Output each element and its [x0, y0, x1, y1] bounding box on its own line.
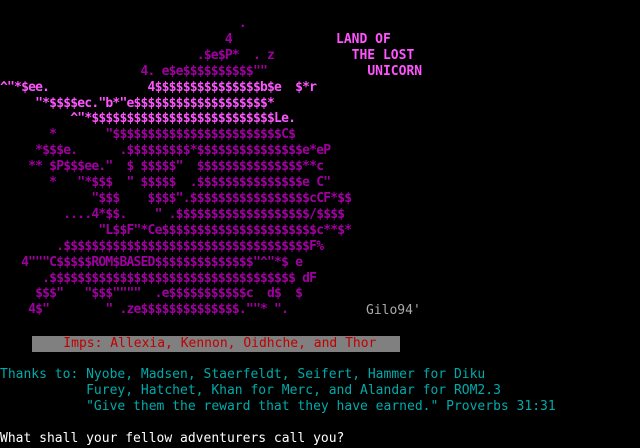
ascii-art-line: . — [0, 16, 247, 31]
ascii-art-line: .$$$$$$$$$$$$$$$$$$$$$$$$$$$$$$$$$$$F% — [0, 238, 324, 254]
title-line-2: THE LOST — [351, 48, 415, 63]
ascii-art-unicorn: . 4 .$e$P* . z 4. e$e$$$$$$$$$$"" ^"*$ee… — [0, 16, 352, 334]
ascii-art-line: * "$$$$$$$$$$$$$$$$$$$$$$$$C$ — [0, 127, 296, 143]
credits-line-1: Thanks to: Nyobe, Madsen, Staerfeldt, Se… — [0, 367, 486, 382]
ascii-art-line: "L$$F"*Ce$$$$$$$$$$$$$$$$$$$$$$c**$* — [0, 222, 352, 238]
ascii-art-line: 4 — [0, 31, 233, 47]
game-title: LAND OF THE LOST UNICORN — [336, 32, 422, 80]
ascii-art-line: .$e$P* . z — [0, 47, 275, 63]
ascii-art-line: "*$$$$ec."b*"e$$$$$$$$$$$$$$$$$$$* — [0, 95, 275, 111]
title-line-3: UNICORN — [367, 64, 423, 79]
prompt-text: What shall your fellow adventurers call … — [0, 431, 345, 446]
ascii-art-line: 4$" " .ze$$$$$$$$$$$$$$.""* ". — [0, 302, 289, 318]
ascii-art-line: ^"*$ee. 4$$$$$$$$$$$$$$$b$e $*r — [0, 79, 317, 95]
imps-banner: Imps: Allexia, Kennon, Oidhche, and Thor — [32, 336, 400, 352]
ascii-art-line: 4"""C$$$$$ROM$BASED$$$$$$$$$$$$$$"^"*$ e — [0, 254, 303, 270]
ascii-art-line: 4. e$e$$$$$$$$$$"" — [0, 63, 268, 79]
title-line-1: LAND OF — [336, 32, 391, 47]
ascii-art-line: ** $P$$$ee." $ $$$$$" $$$$$$$$$$$$$$$**c — [0, 159, 324, 175]
ascii-art-line: .$$$$$$$$$$$$$$$$$$$$$$$$$$$$$$$$$$$ dF — [0, 270, 317, 286]
ascii-art-line: ^"*$$$$$$$$$$$$$$$$$$$$$$$$$$Le. — [0, 111, 296, 127]
ascii-art-line: "$$$ $$$$".$$$$$$$$$$$$$$$$$cCF*$$ — [0, 190, 352, 206]
credits-line-3: "Give them the reward that they have ear… — [0, 399, 556, 414]
artist-signature: Gilo94' — [366, 303, 421, 318]
ascii-art-line: $$$" "$$$"""" .e$$$$$$$$$$$c d$ $ — [0, 286, 303, 302]
ascii-art-line: *$$$e. .$$$$$$$$$*$$$$$$$$$$$$$$$e*eP — [0, 143, 331, 159]
name-prompt[interactable]: What shall your fellow adventurers call … — [0, 431, 359, 447]
credits-line-2: Furey, Hatchet, Khan for Merc, and Aland… — [0, 383, 501, 398]
input-cursor[interactable] — [352, 432, 359, 445]
terminal-screen: . 4 .$e$P* . z 4. e$e$$$$$$$$$$"" ^"*$ee… — [0, 0, 640, 448]
ascii-art-line: * "*$$$ " $$$$$ .$$$$$$$$$$$$$$$e C" — [0, 175, 331, 191]
ascii-art-line: ....4*$$. " .$$$$$$$$$$$$$$$$$$$/$$$$ — [0, 206, 345, 222]
